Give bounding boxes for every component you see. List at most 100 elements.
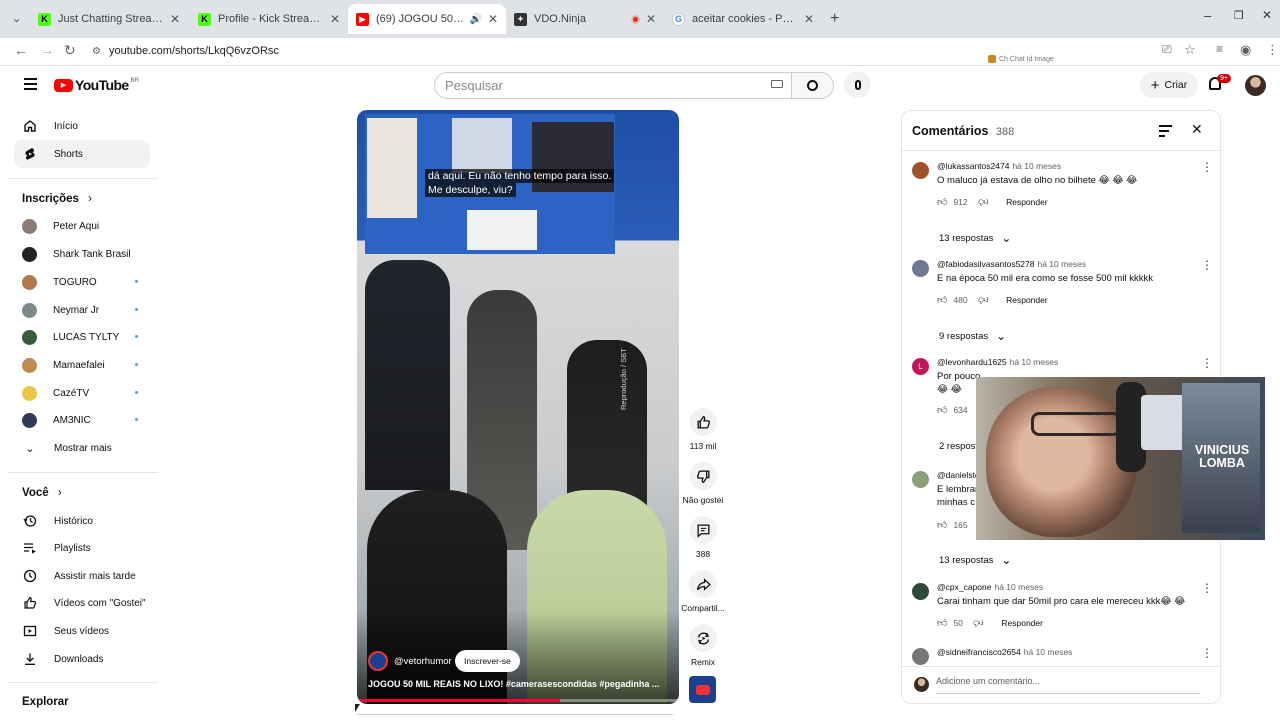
profile-icon[interactable]: ◉: [1240, 42, 1251, 58]
close-window-button[interactable]: ✕: [1262, 8, 1272, 22]
comment-like-icon[interactable]: 👍︎: [937, 617, 947, 629]
add-comment-input[interactable]: Adicione um comentário...: [936, 676, 1200, 694]
reload-icon[interactable]: ↻: [64, 42, 76, 59]
channel-handle[interactable]: @vetorhumor: [394, 656, 452, 667]
comment-dislike-icon[interactable]: 👍︎: [978, 294, 988, 306]
comment-author[interactable]: @levonhardu1625 há 10 meses: [937, 357, 1058, 367]
dislike-action[interactable]: Não gostei: [680, 462, 726, 505]
sidebar-item-playlists[interactable]: Playlists: [14, 534, 150, 562]
search-button[interactable]: [792, 72, 834, 99]
sidebar-sub-am3nic[interactable]: AM3NIC: [14, 406, 150, 434]
tab-kick-just-chatting[interactable]: K Just Chatting Streaming - Live ✕: [30, 4, 188, 34]
commenter-avatar[interactable]: [912, 583, 929, 600]
comment-author[interactable]: @cpx_capone há 10 meses: [937, 582, 1043, 592]
sidebar-item-downloads[interactable]: Downloads: [14, 645, 150, 673]
share-icon[interactable]: [689, 570, 717, 598]
reply-button[interactable]: Responder: [1006, 197, 1048, 207]
sidebar-sub-cazetv[interactable]: CazéTV: [14, 379, 150, 407]
speaker-icon[interactable]: 🔊: [469, 14, 481, 25]
close-tab-icon[interactable]: ✕: [646, 12, 656, 26]
comments-action[interactable]: 388: [680, 516, 726, 559]
sidebar-show-more[interactable]: ⌄ Mostrar mais: [14, 434, 150, 462]
sidebar-sub-shark-tank[interactable]: Shark Tank Brasil: [14, 240, 150, 268]
search-input[interactable]: Pesquisar: [434, 72, 792, 99]
close-comments-icon[interactable]: ✕: [1191, 121, 1203, 138]
shorts-video-player[interactable]: dá aqui. Eu não tenho tempo para isso. M…: [357, 110, 679, 704]
comment-author[interactable]: @sidneifrancisco2654 há 10 meses: [937, 647, 1072, 657]
comment-dislike-icon[interactable]: 👍︎: [978, 196, 988, 208]
replies-toggle[interactable]: 13 respostas ⌄: [939, 553, 1011, 567]
bookmark-star-icon[interactable]: ☆: [1184, 42, 1196, 58]
reply-button[interactable]: Responder: [1001, 618, 1043, 628]
back-icon[interactable]: ←: [14, 42, 28, 58]
notifications-button[interactable]: 9+: [1209, 74, 1231, 97]
you-heading[interactable]: Você ›: [22, 487, 62, 499]
tab-vdo-ninja[interactable]: ✦ VDO.Ninja ✕: [506, 4, 664, 34]
minimize-button[interactable]: –: [1204, 8, 1211, 23]
tab-kick-profile[interactable]: K Profile - Kick Streaming ✕: [190, 4, 348, 34]
restore-button[interactable]: ❐: [1234, 9, 1244, 22]
sidebar-item-your-videos[interactable]: Seus vídeos: [14, 617, 150, 645]
keyboard-icon[interactable]: [771, 80, 783, 88]
sidebar-sub-mamaefalei[interactable]: Mamaefalei: [14, 351, 150, 379]
site-info-icon[interactable]: ⚙: [92, 46, 101, 57]
sidebar-item-shorts[interactable]: Shorts: [14, 140, 150, 168]
tab-menu-icon[interactable]: ≡: [1216, 42, 1223, 56]
subscribe-button[interactable]: Inscrever-se: [455, 650, 520, 672]
close-tab-icon[interactable]: ✕: [170, 12, 180, 26]
comment-author[interactable]: @danielste: [937, 470, 980, 480]
sidebar-sub-toguro[interactable]: TOGURO: [14, 268, 150, 296]
remix-action[interactable]: Remix: [680, 624, 726, 667]
sidebar-item-history[interactable]: Histórico: [14, 507, 150, 535]
like-action[interactable]: 113 mil: [680, 408, 726, 451]
comment-more-icon[interactable]: ⋮: [1201, 581, 1213, 595]
account-avatar[interactable]: [1245, 75, 1266, 96]
subscriptions-heading[interactable]: Inscrições ›: [22, 193, 92, 205]
sound-thumbnail[interactable]: [689, 676, 716, 703]
reply-button[interactable]: Responder: [1006, 295, 1048, 305]
voice-search-button[interactable]: [844, 71, 871, 98]
comment-like-icon[interactable]: 👍︎: [937, 196, 947, 208]
video-progress-track[interactable]: [357, 699, 679, 702]
comment-author[interactable]: @lukassantos2474 há 10 meses: [937, 161, 1061, 171]
thumbs-down-icon[interactable]: [689, 462, 717, 490]
sidebar-sub-neymar[interactable]: Neymar Jr: [14, 296, 150, 324]
channel-avatar[interactable]: [368, 651, 388, 671]
replies-toggle[interactable]: 13 respostas ⌄: [939, 231, 1011, 245]
comment-icon[interactable]: [689, 516, 717, 544]
sort-comments-icon[interactable]: [1159, 125, 1172, 137]
sidebar-item-watch-later[interactable]: Assistir mais tarde: [14, 562, 150, 590]
cast-icon[interactable]: ⎚: [1162, 42, 1172, 57]
commenter-avatar[interactable]: L: [912, 358, 929, 375]
video-title[interactable]: JOGOU 50 MIL REAIS NO LIXO! #camerasesco…: [368, 679, 668, 689]
browser-menu-icon[interactable]: ⋮: [1266, 42, 1279, 58]
comment-more-icon[interactable]: ⋮: [1201, 160, 1213, 174]
close-tab-icon[interactable]: ✕: [330, 12, 340, 26]
hamburger-menu-icon[interactable]: [24, 78, 37, 90]
tab-search-icon[interactable]: ⌄: [12, 12, 21, 25]
share-action[interactable]: Compartil...: [680, 570, 726, 613]
comment-like-icon[interactable]: 👍︎: [937, 404, 947, 416]
commenter-avatar[interactable]: [912, 648, 929, 665]
sidebar-item-liked-videos[interactable]: Vídeos com "Gostei": [14, 589, 150, 617]
commenter-avatar[interactable]: [912, 471, 929, 488]
sidebar-sub-lucas-tylty[interactable]: LUCAS TYLTY: [14, 323, 150, 351]
comment-dislike-icon[interactable]: 👍︎: [973, 617, 983, 629]
youtube-logo[interactable]: ▶ YouTube BR: [54, 77, 139, 93]
comment-author[interactable]: @fabiodasilvasantos5278 há 10 meses: [937, 259, 1086, 269]
thumbs-up-icon[interactable]: [689, 408, 717, 436]
close-tab-icon[interactable]: ✕: [804, 12, 814, 26]
tab-youtube-short[interactable]: ▶ (69) JOGOU 50 MIL REAIS N 🔊 ✕: [348, 4, 506, 34]
comment-like-icon[interactable]: 👍︎: [937, 519, 947, 531]
close-tab-icon[interactable]: ✕: [488, 12, 498, 26]
comment-more-icon[interactable]: ⋮: [1201, 646, 1213, 660]
comment-like-icon[interactable]: 👍︎: [937, 294, 947, 306]
new-tab-button[interactable]: +: [830, 10, 839, 28]
comment-more-icon[interactable]: ⋮: [1201, 356, 1213, 370]
tab-google-search[interactable]: G aceitar cookies - Pesquisa Goog ✕: [664, 4, 822, 34]
sidebar-item-home[interactable]: Início: [14, 112, 150, 140]
remix-icon[interactable]: [689, 624, 717, 652]
forward-icon[interactable]: →: [40, 42, 54, 58]
url-field[interactable]: ⚙ youtube.com/shorts/LkqQ6vzORsc: [84, 40, 1144, 62]
commenter-avatar[interactable]: [912, 260, 929, 277]
